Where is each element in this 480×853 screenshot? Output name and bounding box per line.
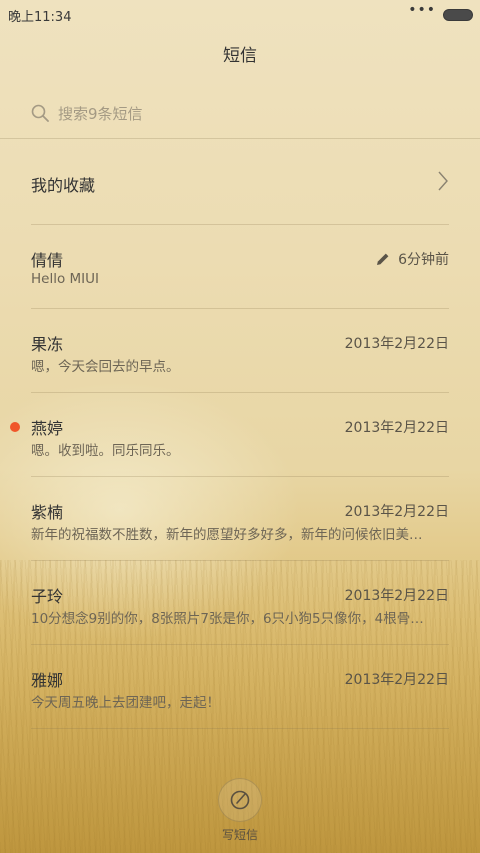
message-time-text: 6分钟前 (398, 252, 449, 268)
conversation-item[interactable]: 燕婷 2013年2月22日 嗯。收到啦。同乐同乐。 (10, 392, 449, 477)
conversation-item[interactable]: 雅娜 2013年2月22日 今天周五晚上去团建吧，走起！ (31, 644, 449, 729)
message-date: 2013年2月22日 (344, 588, 449, 604)
status-bar: 晚上11:34 ••• (0, 0, 480, 28)
compose-label: 写短信 (221, 828, 258, 842)
favorites-item[interactable]: 我的收藏 (31, 140, 449, 225)
conversation-item[interactable]: 果冻 2013年2月22日 嗯，今天会回去的早点。 (31, 308, 449, 393)
message-preview: 嗯。收到啦。同乐同乐。 (31, 443, 180, 459)
conversation-item[interactable]: 子玲 2013年2月22日 10分想念9别的你，8张照片7张是你，6只小狗5只像… (31, 560, 449, 645)
message-preview: 新年的祝福数不胜数，新年的愿望好多好多，新年的问候依旧美… (31, 527, 423, 543)
page-title: 短信 (223, 46, 257, 66)
message-date: 2013年2月22日 (344, 504, 449, 520)
message-preview: 今天周五晚上去团建吧，走起！ (31, 695, 220, 711)
search-placeholder: 搜索9条短信 (58, 105, 143, 123)
message-preview: 10分想念9别的你，8张照片7张是你，6只小狗5只像你，4根骨… (31, 611, 424, 627)
contact-name: 雅娜 (31, 671, 64, 690)
message-date: 2013年2月22日 (344, 336, 449, 352)
conversation-item[interactable]: 倩倩 6分钟前 Hello MIUI (31, 224, 449, 309)
favorites-label: 我的收藏 (31, 176, 96, 195)
search-bar[interactable]: 搜索9条短信 (0, 86, 480, 139)
message-preview: Hello MIUI (31, 271, 100, 287)
contact-name: 紫楠 (31, 503, 64, 522)
unread-indicator (10, 422, 20, 432)
message-preview: 嗯，今天会回去的早点。 (31, 359, 180, 375)
message-date: 2013年2月22日 (344, 420, 449, 436)
search-icon (31, 104, 49, 122)
message-date: 2013年2月22日 (344, 672, 449, 688)
contact-name: 倩倩 (31, 251, 64, 270)
compose-button[interactable] (218, 778, 262, 822)
status-time: 晚上11:34 (8, 10, 72, 25)
contact-name: 燕婷 (31, 419, 64, 438)
signal-dots-icon: ••• (408, 2, 436, 18)
contact-name: 果冻 (31, 335, 64, 354)
conversation-item[interactable]: 紫楠 2013年2月22日 新年的祝福数不胜数，新年的愿望好多好多，新年的问候依… (31, 476, 449, 561)
chevron-right-icon (438, 171, 448, 191)
message-time: 6分钟前 (376, 249, 449, 269)
draft-pencil-icon (377, 253, 389, 265)
contact-name: 子玲 (31, 587, 64, 606)
battery-icon (443, 9, 473, 21)
compose-icon (230, 790, 250, 810)
